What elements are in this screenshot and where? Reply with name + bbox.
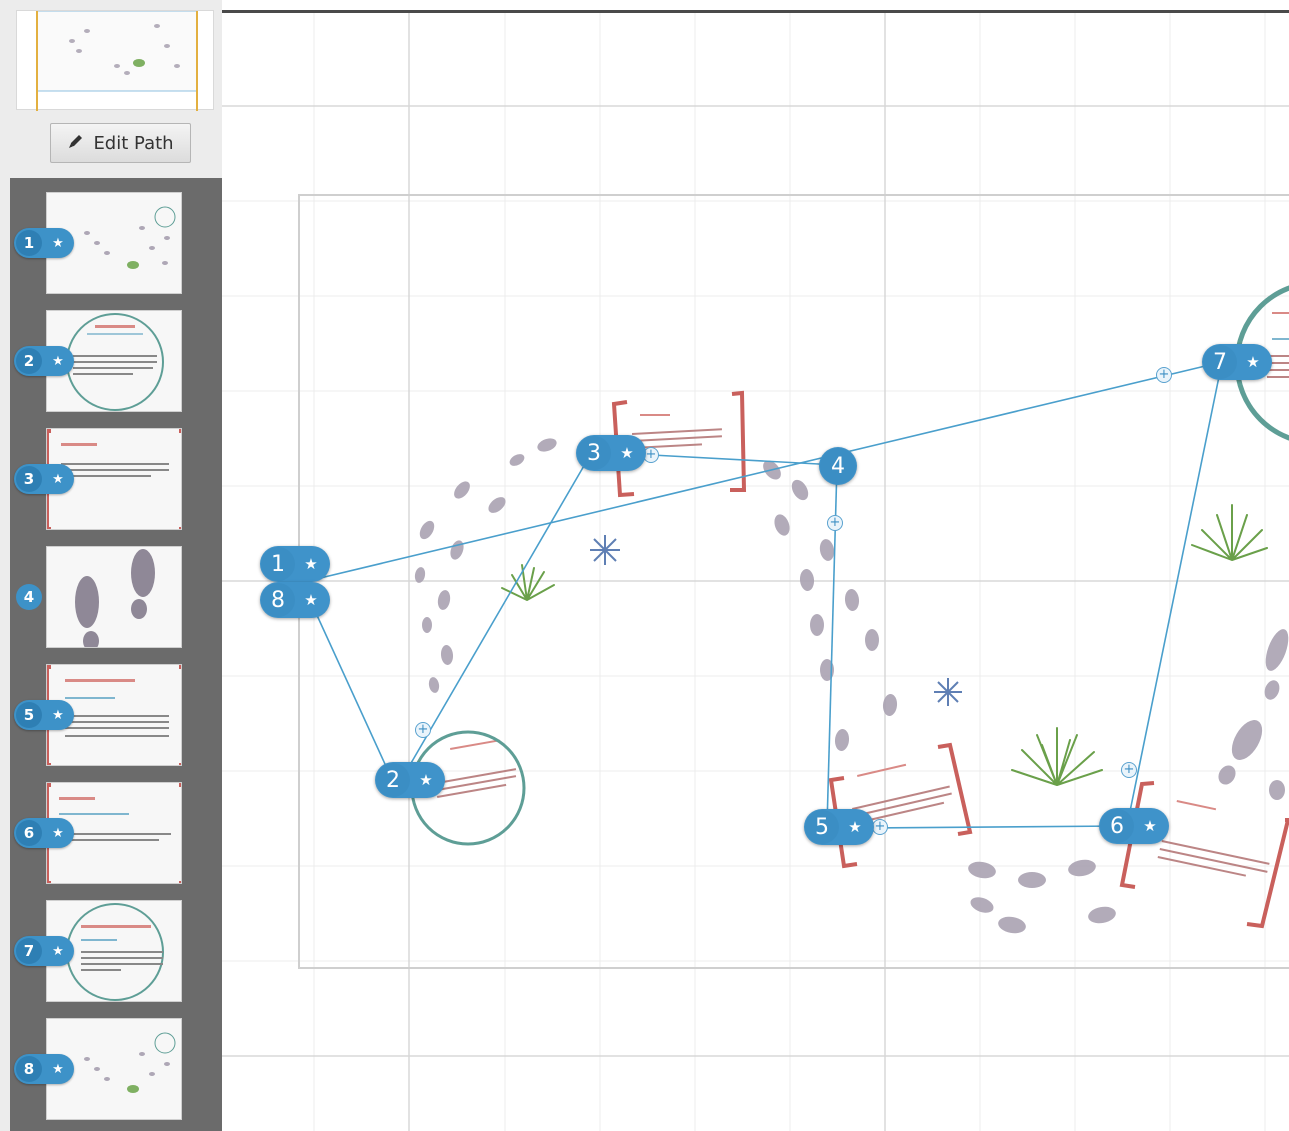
node-number: 7 xyxy=(1203,345,1237,379)
plus-icon[interactable]: + xyxy=(827,515,843,531)
path-step-list: 1 ★ 2 ★ 3 ★ 4 5 ★ 6 ★ 7 ★ 8 ★ xyxy=(10,178,222,1131)
node-number: 8 xyxy=(261,583,295,617)
edit-path-label: Edit Path xyxy=(93,132,174,154)
path-step-6[interactable]: 6 ★ xyxy=(10,782,222,886)
path-node-2[interactable]: 2 ★ xyxy=(375,762,445,798)
path-step-1[interactable]: 1 ★ xyxy=(10,192,222,296)
path-node-1[interactable]: 1 ★ xyxy=(260,546,330,582)
zoom-star-icon: ★ xyxy=(848,818,862,836)
node-number: 2 xyxy=(376,763,410,797)
node-number: 4 xyxy=(820,448,856,484)
step-number: 3 xyxy=(16,466,42,492)
path-step-3[interactable]: 3 ★ xyxy=(10,428,222,532)
path-step-badge: 4 ★ xyxy=(14,582,42,612)
canvas-drawing xyxy=(222,13,1289,1131)
zoom-star-icon: ★ xyxy=(304,555,318,573)
step-number: 5 xyxy=(16,702,42,728)
path-node-7[interactable]: 7 ★ xyxy=(1202,344,1272,380)
step-number: 6 xyxy=(16,820,42,846)
node-number: 5 xyxy=(805,810,839,844)
zoom-star-icon: ★ xyxy=(52,353,64,369)
path-node-8[interactable]: 8 ★ xyxy=(260,582,330,618)
zoom-star-icon: ★ xyxy=(620,444,634,462)
step-number: 8 xyxy=(16,1056,42,1082)
zoom-star-icon: ★ xyxy=(52,825,64,841)
path-step-5[interactable]: 5 ★ xyxy=(10,664,222,768)
overview-thumbnail[interactable] xyxy=(16,10,214,111)
prezi-canvas[interactable]: + + + + + + 1 ★ 8 ★ 2 ★ 3 ★ 4 ★ 5 ★ xyxy=(222,0,1289,1131)
zoom-star-icon: ★ xyxy=(1143,817,1157,835)
zoom-star-icon: ★ xyxy=(52,943,64,959)
path-node-3[interactable]: 3 ★ xyxy=(576,435,646,471)
path-node-4[interactable]: 4 ★ xyxy=(819,447,857,485)
zoom-star-icon: ★ xyxy=(52,707,64,723)
path-step-badge: 7 ★ xyxy=(14,936,74,966)
path-step-badge: 2 ★ xyxy=(14,346,74,376)
zoom-star-icon: ★ xyxy=(52,471,64,487)
path-step-2[interactable]: 2 ★ xyxy=(10,310,222,414)
edit-path-button[interactable]: Edit Path xyxy=(50,123,191,163)
path-step-badge: 5 ★ xyxy=(14,700,74,730)
plus-icon[interactable]: + xyxy=(415,722,431,738)
step-number: 7 xyxy=(16,938,42,964)
node-number: 6 xyxy=(1100,809,1134,843)
pencil-icon xyxy=(67,132,85,155)
path-step-4[interactable]: 4 ★ xyxy=(10,546,222,650)
path-sidebar: Edit Path 1 ★ 2 ★ 3 ★ 4 5 ★ 6 ★ 7 ★ 8 ★ xyxy=(0,0,222,1131)
path-step-7[interactable]: 7 ★ xyxy=(10,900,222,1004)
plus-icon[interactable]: + xyxy=(1121,762,1137,778)
node-number: 1 xyxy=(261,547,295,581)
path-step-badge: 6 ★ xyxy=(14,818,74,848)
step-number: 2 xyxy=(16,348,42,374)
zoom-star-icon: ★ xyxy=(419,771,433,789)
path-step-thumbnail xyxy=(46,546,182,648)
path-step-badge: 1 ★ xyxy=(14,228,74,258)
path-step-8[interactable]: 8 ★ xyxy=(10,1018,222,1122)
path-step-badge: 8 ★ xyxy=(14,1054,74,1084)
path-node-6[interactable]: 6 ★ xyxy=(1099,808,1169,844)
plus-icon[interactable]: + xyxy=(872,819,888,835)
zoom-star-icon: ★ xyxy=(1246,353,1260,371)
zoom-star-icon: ★ xyxy=(52,1061,64,1077)
zoom-star-icon: ★ xyxy=(52,235,64,251)
plus-icon[interactable]: + xyxy=(1156,367,1172,383)
path-step-badge: 3 ★ xyxy=(14,464,74,494)
zoom-star-icon: ★ xyxy=(304,591,318,609)
path-node-5[interactable]: 5 ★ xyxy=(804,809,874,845)
step-number: 4 xyxy=(16,584,42,610)
prezi-editor: Edit Path 1 ★ 2 ★ 3 ★ 4 5 ★ 6 ★ 7 ★ 8 ★ … xyxy=(0,0,1289,1131)
node-number: 3 xyxy=(577,436,611,470)
step-number: 1 xyxy=(16,230,42,256)
sidebar-top-panel: Edit Path xyxy=(8,0,222,178)
